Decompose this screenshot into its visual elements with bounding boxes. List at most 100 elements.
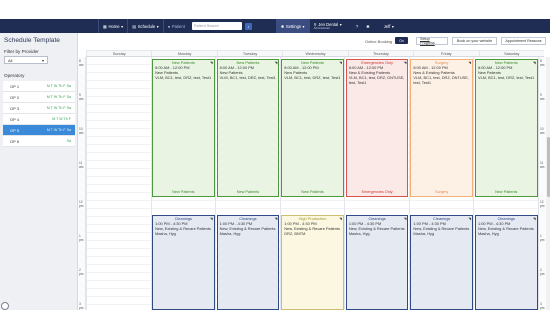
chevron-down-icon: ▾ (156, 23, 159, 29)
block-providers: VLM, BC1, test, DRZ, test, Test1 (284, 75, 341, 80)
day-header: Sunday (86, 51, 151, 56)
block-footer: New Patients (301, 190, 324, 194)
day-header: Friday (413, 51, 478, 56)
time-label: 3 pm (79, 302, 84, 310)
time-label: 10 am (79, 127, 84, 135)
microphone-button[interactable]: ♪ (244, 22, 252, 30)
block-footer: New Patients (236, 190, 260, 194)
schedule-block[interactable]: ◥ Cleanings 1:00 PM - 4:30 PM New, Exist… (474, 215, 538, 310)
day-column-tuesday[interactable]: ◥ New Patients 8:00 AM - 12:00 PM New Pa… (215, 57, 280, 310)
day-column-monday[interactable]: ◥ New Patients 8:00 AM - 12:00 PM New Pa… (150, 57, 216, 310)
calendar-scrollbar[interactable] (546, 57, 550, 310)
schedule-block[interactable]: ◥ Cleanings 1:00 PM - 4:30 PM New, Exist… (216, 215, 280, 310)
operatory-item[interactable]: OP 4 M T W Th F (3, 114, 75, 125)
day-column-saturday[interactable]: ◥ New Patients 8:00 AM - 12:00 PM New Pa… (473, 57, 539, 310)
day-column-sunday[interactable] (86, 57, 151, 310)
schedule-block[interactable]: ◥ Cleanings 1:00 PM - 4:30 PM New, Exist… (345, 215, 409, 310)
operatory-item[interactable]: OP 1 M T W Th F Sa (3, 81, 75, 92)
help-button[interactable]: ? (352, 19, 362, 33)
gear-icon: ✱ (366, 23, 370, 29)
time-label: 8 am (79, 59, 84, 67)
block-providers: Masha, Hyg (477, 231, 499, 236)
chevron-down-icon: ▾ (302, 23, 305, 29)
block-footer: Emergencies Only (361, 190, 393, 194)
schedule-block[interactable]: ◥ New Patients 8:00 AM - 12:00 PM New Pa… (216, 59, 280, 197)
appointment-reasons-button[interactable]: Appointment Reasons (501, 37, 546, 45)
online-booking-label: Online Booking (365, 39, 393, 44)
operatory-days: M T W Th F Sa (46, 106, 71, 110)
block-providers: DRZ, BNTM (284, 231, 306, 236)
office-selector[interactable]: ⚲ Jen Dental ▾ Administrator (314, 22, 342, 30)
schedule-block[interactable]: ◥ High Production 1:00 PM - 4:30 PM New,… (281, 215, 344, 310)
provider-select-value: All (8, 57, 13, 63)
time-gutter-left: 8 am 9 am 10 am 11 am 12 pm 1 pm 2 pm 3 … (78, 57, 86, 310)
schedule-block[interactable]: ◥ New Patients 8:00 AM - 12:00 PM New Pa… (281, 59, 344, 197)
settings-label: Settings (285, 23, 302, 29)
day-column-friday[interactable]: ◥ Surgery 8:00 AM - 12:00 PM New & Exist… (408, 57, 474, 310)
chevron-down-icon: ▾ (41, 57, 44, 63)
setup-progress-button[interactable]: Setup Progress (416, 37, 448, 45)
chevron-down-icon: ▾ (391, 23, 395, 29)
setup-progress-label: Setup Progress (420, 37, 435, 45)
settings-gear-button[interactable]: ✱ (362, 19, 374, 33)
left-panel: Schedule Template Filter by Provider All… (0, 33, 78, 310)
nav-home[interactable]: ▦ Home ▾ (99, 19, 127, 33)
corner-icon: ◥ (274, 60, 278, 65)
corner-icon: ◥ (403, 216, 407, 221)
corner-icon: ◥ (274, 216, 278, 221)
patient-search-input[interactable]: Patient Search (191, 22, 242, 30)
day-column-thursday[interactable]: ◥ Emergencies Only 8:00 AM - 12:00 PM Ne… (344, 57, 409, 310)
nav-schedule-label: Schedule (137, 23, 156, 29)
corner-icon: ◥ (403, 60, 407, 65)
schedule-block[interactable]: ◥ Cleanings 1:00 PM - 4:30 PM New, Exist… (152, 215, 215, 310)
schedule-block[interactable]: ◥ Cleanings 1:00 PM - 4:30 PM New, Exist… (410, 215, 473, 310)
help-icon: ? (355, 23, 359, 29)
settings-menu[interactable]: ✱ Settings ▾ (275, 19, 310, 33)
day-column-wednesday[interactable]: ◥ New Patients 8:00 AM - 12:00 PM New Pa… (279, 57, 345, 310)
day-header: Thursday (347, 51, 413, 56)
corner-icon: ◥ (532, 216, 536, 221)
block-providers: Masha, Hyg (155, 231, 176, 236)
block-providers: Masha, Hyg (348, 231, 370, 236)
operatory-name: OP 5 (10, 127, 20, 133)
calendar-icon: ▤ (132, 23, 137, 29)
operatory-name: OP 2 (10, 94, 20, 100)
operatory-item-selected[interactable]: OP 5 M T W Th F Sa (3, 125, 75, 136)
user-name: Jeff (383, 23, 391, 29)
grid-icon: ▦ (103, 23, 107, 29)
operatory-name: OP 1 (10, 83, 20, 89)
operatory-item[interactable]: OP 6 Sa (3, 136, 75, 147)
book-on-website-button[interactable]: Book on your website (452, 37, 497, 45)
operatory-days: M T W Th F Sa (46, 84, 71, 88)
operatory-days: M T W Th F (52, 117, 71, 121)
operatory-name: OP 4 (10, 116, 20, 122)
block-providers: VLM, BC1, test, DRZ, test, Test1 (477, 75, 535, 80)
day-header: Saturday (478, 51, 544, 56)
operatory-name: OP 3 (10, 105, 20, 111)
time-label: 1 pm (79, 234, 84, 242)
provider-select[interactable]: All ▾ (4, 56, 48, 64)
online-booking-toggle[interactable]: On (395, 37, 408, 44)
nav-patient[interactable]: ● Patient (164, 19, 189, 33)
nav-schedule[interactable]: ▤ Schedule ▾ (128, 19, 163, 33)
operatory-list: OP 1 M T W Th F Sa OP 2 M T W Th F Sa OP 3… (3, 81, 75, 147)
operatory-item[interactable]: OP 2 M T W Th F Sa (3, 92, 75, 103)
top-nav-bar: ▦ Home ▾ ▤ Schedule ▾ ● Patient Patient … (0, 19, 550, 33)
gear-icon: ✱ (280, 23, 285, 29)
schedule-block[interactable]: ◥ Emergencies Only 8:00 AM - 12:00 PM Ne… (345, 59, 409, 197)
time-label: 2 pm (79, 268, 84, 276)
operatory-item[interactable]: OP 3 M T W Th F Sa (3, 103, 75, 114)
corner-icon: ◥ (468, 60, 471, 65)
chat-bubble-icon[interactable] (1, 302, 9, 310)
user-menu[interactable]: Jeff ▾ (380, 19, 398, 33)
schedule-block[interactable]: ◥ New Patients 8:00 AM - 12:00 PM New Pa… (474, 59, 538, 197)
schedule-block[interactable]: ◥ New Patients 8:00 AM - 12:00 PM New Pa… (152, 59, 215, 197)
page-title: Schedule Template (4, 37, 60, 44)
scrollbar-thumb[interactable] (546, 137, 550, 197)
schedule-block[interactable]: ◥ Surgery 8:00 AM - 12:00 PM New & Exist… (410, 59, 473, 197)
block-providers: Masha, Hyg (219, 231, 241, 236)
block-providers: VLM, BC1, test, DRZ, DNTUSE, test, Test1 (413, 75, 469, 85)
person-icon: ● (167, 23, 171, 29)
calendar-header: Sunday Monday Tuesday Wednesday Thursday… (86, 50, 544, 57)
nav-patient-label: Patient (171, 23, 185, 29)
